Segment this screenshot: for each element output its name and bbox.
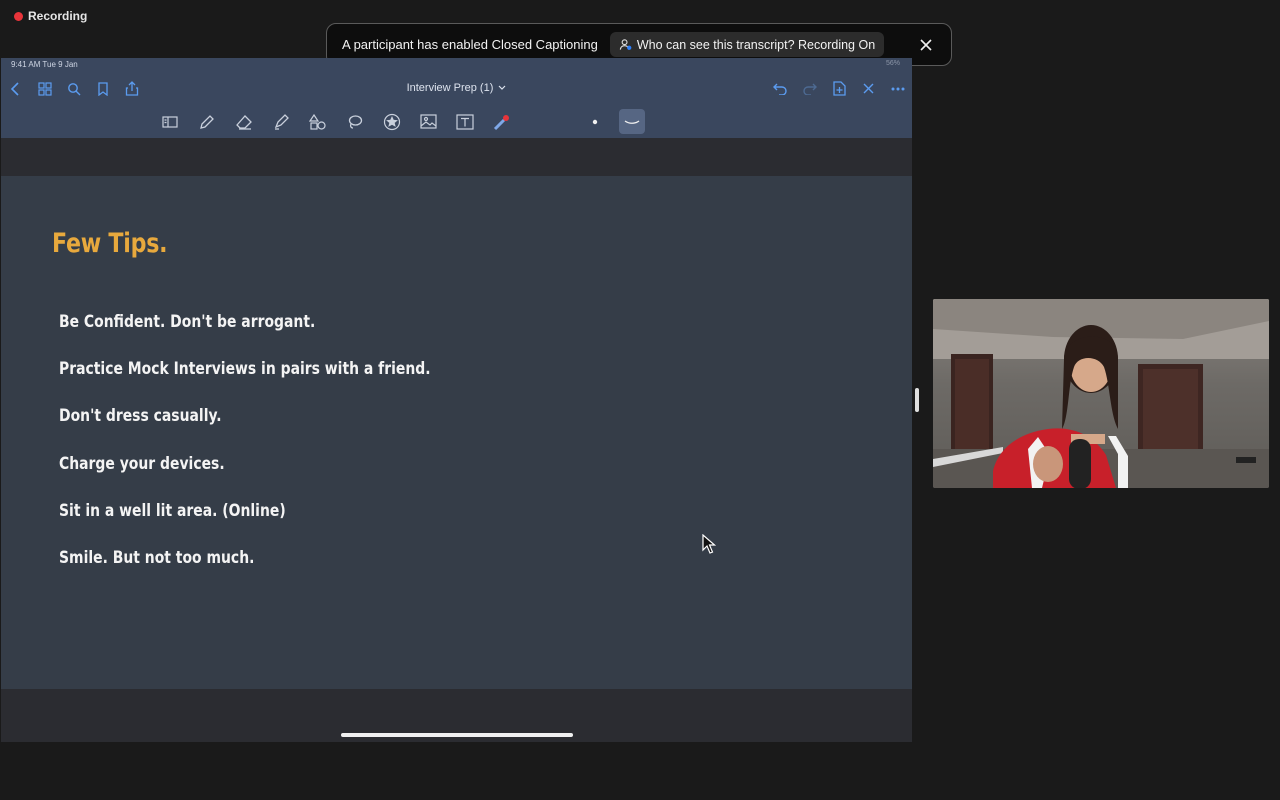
- recording-label: Recording: [28, 9, 88, 23]
- tip-item: Sit in a well lit area. (Online): [59, 501, 286, 521]
- laser-pointer-icon[interactable]: [490, 111, 511, 132]
- tip-item: Charge your devices.: [59, 454, 225, 474]
- dot-size-icon[interactable]: [584, 111, 605, 132]
- stroke-icon[interactable]: [619, 109, 645, 134]
- close-banner-button[interactable]: [915, 34, 937, 56]
- eraser-icon[interactable]: [233, 111, 254, 132]
- chevron-down-icon: [499, 85, 506, 90]
- reader-icon[interactable]: [159, 111, 180, 132]
- recording-indicator: Recording: [14, 9, 87, 23]
- close-icon[interactable]: [860, 80, 877, 97]
- sticker-icon[interactable]: [381, 111, 402, 132]
- speaker-video-frame: [933, 299, 1269, 488]
- shapes-icon[interactable]: [307, 111, 328, 132]
- drawing-toolbar: [1, 105, 912, 138]
- tip-item: Be Confident. Don't be arrogant.: [59, 312, 316, 332]
- image-icon[interactable]: [418, 111, 439, 132]
- status-time: 9:41 AM Tue 9 Jan: [11, 60, 78, 69]
- status-battery: 56%: [885, 60, 900, 67]
- highlighter-icon[interactable]: [270, 111, 291, 132]
- undo-icon[interactable]: [772, 80, 789, 97]
- shared-ipad-screen: 9:41 AM Tue 9 Jan 56% Interview Prep (1): [1, 58, 912, 742]
- transcript-visibility-button[interactable]: Who can see this transcript? Recording O…: [609, 32, 885, 57]
- person-icon: [619, 39, 632, 50]
- lasso-icon[interactable]: [344, 111, 365, 132]
- close-icon: [920, 38, 932, 51]
- tip-item: Smile. But not too much.: [59, 548, 255, 568]
- transcript-visibility-label: Who can see this transcript? Recording O…: [636, 37, 876, 52]
- add-page-icon[interactable]: [831, 80, 848, 97]
- home-indicator[interactable]: [341, 733, 573, 737]
- more-icon[interactable]: [889, 80, 906, 97]
- redo-icon[interactable]: [801, 80, 818, 97]
- caption-message: A participant has enabled Closed Caption…: [342, 37, 598, 52]
- recording-dot-icon: [14, 11, 23, 21]
- split-view-handle[interactable]: [915, 388, 919, 412]
- page-gap: [1, 138, 912, 176]
- notes-page[interactable]: Few Tips. Be Confident. Don't be arrogan…: [1, 176, 912, 689]
- document-title-text: Interview Prep (1): [406, 82, 494, 94]
- tip-item: Don't dress casually.: [59, 406, 222, 426]
- mouse-cursor-icon: [702, 534, 716, 554]
- text-icon[interactable]: [454, 111, 475, 132]
- tip-item: Practice Mock Interviews in pairs with a…: [59, 359, 431, 379]
- pen-icon[interactable]: [196, 111, 217, 132]
- ipad-status-bar: 9:41 AM Tue 9 Jan 56%: [1, 58, 912, 72]
- participant-video[interactable]: [933, 299, 1269, 488]
- notes-nav-bar: Interview Prep (1): [1, 72, 912, 105]
- page-title: Few Tips.: [52, 228, 168, 259]
